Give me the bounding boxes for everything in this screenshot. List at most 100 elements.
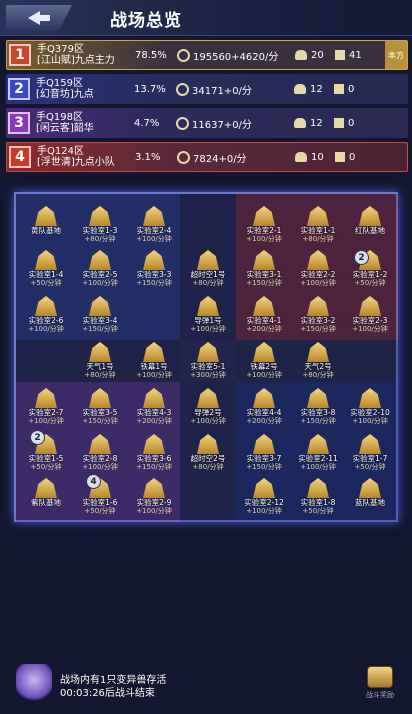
map-node[interactable]: 实验室3-6 +150/分钟 [130, 434, 178, 471]
map-node[interactable]: 实验室3-1 +150/分钟 [240, 250, 288, 287]
person-icon [295, 152, 307, 162]
map-node[interactable]: 导弹1号 +100/分钟 [184, 296, 232, 333]
map-node[interactable]: 天气2号 +80/分钟 [294, 342, 342, 379]
map-node[interactable]: 实验室1-7 +50/分钟 [346, 434, 394, 471]
building-icon [197, 388, 219, 408]
mutant-beast-icon[interactable] [16, 664, 52, 704]
map-node[interactable]: 实验室1-1 +80/分钟 [294, 206, 342, 243]
map-node[interactable]: 实验室2-5 +100/分钟 [76, 250, 124, 287]
building-icon [359, 206, 381, 226]
building-icon [89, 296, 111, 316]
map-node[interactable]: 实验室2-6 +100/分钟 [22, 296, 70, 333]
rank-badge: 4 [9, 146, 31, 168]
building-icon [307, 478, 329, 498]
map-node[interactable]: 实验室2-3 +100/分钟 [346, 296, 394, 333]
building-icon [89, 206, 111, 226]
shield-icon [176, 116, 189, 130]
map-node[interactable]: 实验室2-10 +100/分钟 [346, 388, 394, 425]
building-icon [143, 434, 165, 454]
map-node[interactable]: 实验室3-4 +150/分钟 [76, 296, 124, 333]
base-icon [335, 152, 345, 162]
map-node[interactable]: 实验室3-3 +150/分钟 [130, 250, 178, 287]
page-title: 战场总览 [110, 11, 182, 31]
battlefield-map[interactable]: 黄队基地 实验室1-3 +80/分钟 实验室2-4 +100/分钟 实验室2-1 +1… [14, 192, 398, 522]
map-node[interactable]: 实验室2-2 +100/分钟 [294, 250, 342, 287]
team-players: 20 [295, 50, 335, 61]
base-icon [335, 50, 345, 60]
team-score: 34171+0/分 [176, 82, 294, 97]
shield-icon [177, 48, 190, 62]
base-icon [334, 118, 344, 128]
map-node[interactable]: 实验室1-4 +50/分钟 [22, 250, 70, 287]
map-node[interactable]: 天气1号 +80/分钟 [76, 342, 124, 379]
team-name: 手Q159区 [幻音坊]九点 [36, 78, 94, 100]
rank-badge: 1 [9, 44, 31, 66]
building-icon [359, 478, 381, 498]
ranking-row[interactable]: 2 手Q159区 [幻音坊]九点 13.7% 34171+0/分 12 0 [6, 74, 408, 104]
map-node[interactable]: 黄队基地 [22, 206, 70, 235]
map-node[interactable]: 实验室2-1 +100/分钟 [240, 206, 288, 243]
map-node[interactable]: 实验室5-1 +300/分钟 [184, 342, 232, 379]
arrow-back-icon [28, 11, 50, 25]
map-node[interactable]: 实验室1-3 +80/分钟 [76, 206, 124, 243]
team-name: 手Q379区 [江山赋]九点主力 [37, 44, 115, 66]
building-icon [197, 250, 219, 270]
building-icon [359, 434, 381, 454]
map-node[interactable]: 实验室3-5 +150/分钟 [76, 388, 124, 425]
building-icon [143, 388, 165, 408]
map-node[interactable]: 蓝队基地 [346, 478, 394, 507]
team-players: 10 [295, 152, 335, 163]
map-node[interactable]: 实验室3-7 +150/分钟 [240, 434, 288, 471]
map-node[interactable]: 铁幕2号 +100/分钟 [240, 342, 288, 379]
team-score: 195560+4620/分 [177, 48, 295, 63]
map-node[interactable]: 实验室2-7 +100/分钟 [22, 388, 70, 425]
ranking-row[interactable]: 3 手Q198区 [闲云客]韶华 4.7% 11637+0/分 12 0 [6, 108, 408, 138]
map-node[interactable]: 实验室2-12 +100/分钟 [240, 478, 288, 515]
map-node[interactable]: 导弹2号 +100/分钟 [184, 388, 232, 425]
person-icon [294, 84, 306, 94]
map-node[interactable]: 铁幕1号 +100/分钟 [130, 342, 178, 379]
map-node[interactable]: 实验室2-11 +100/分钟 [294, 434, 342, 471]
shield-icon [176, 82, 189, 96]
battle-reward-button[interactable]: 战斗奖励 [360, 666, 400, 700]
map-node[interactable]: 超时空2号 +80/分钟 [184, 434, 232, 471]
map-node[interactable]: 实验室3-2 +150/分钟 [294, 296, 342, 333]
map-node[interactable]: 实验室2-8 +100/分钟 [76, 434, 124, 471]
team-score: 11637+0/分 [176, 116, 294, 131]
team-bases: 0 [334, 118, 354, 129]
building-icon [89, 434, 111, 454]
map-node[interactable]: 实验室4-4 +200/分钟 [240, 388, 288, 425]
team-percent: 13.7% [134, 83, 166, 95]
map-node[interactable]: 实验室1-8 +50/分钟 [294, 478, 342, 515]
building-icon [307, 388, 329, 408]
map-node[interactable]: 实验室1-5 +50/分钟 [22, 434, 70, 471]
building-icon [253, 206, 275, 226]
building-icon [253, 296, 275, 316]
team-bases: 0 [334, 84, 354, 95]
map-node[interactable]: 紫队基地 [22, 478, 70, 507]
ranking-row[interactable]: 4 手Q124区 [浮世清]九点小队 3.1% 7824+0/分 10 0 [6, 142, 408, 172]
back-button[interactable] [6, 5, 72, 31]
map-node[interactable]: 红队基地 [346, 206, 394, 235]
team-percent: 78.5% [135, 49, 167, 61]
building-icon [35, 296, 57, 316]
base-icon [334, 84, 344, 94]
team-bases: 41 [335, 50, 362, 61]
building-icon [89, 342, 111, 362]
ranking-row[interactable]: 1 手Q379区 [江山赋]九点主力 78.5% 195560+4620/分 20… [6, 40, 408, 70]
map-node[interactable]: 实验室3-8 +150/分钟 [294, 388, 342, 425]
building-icon [35, 250, 57, 270]
building-icon [89, 388, 111, 408]
building-icon [253, 434, 275, 454]
shield-icon [177, 150, 190, 164]
team-players: 12 [294, 84, 334, 95]
map-node[interactable]: 实验室4-3 +200/分钟 [130, 388, 178, 425]
building-icon [307, 206, 329, 226]
rank-badge: 3 [8, 112, 30, 134]
building-icon [35, 388, 57, 408]
map-node[interactable]: 实验室2-4 +100/分钟 [130, 206, 178, 243]
map-node[interactable]: 超时空1号 +80/分钟 [184, 250, 232, 287]
map-node[interactable]: 实验室4-1 +200/分钟 [240, 296, 288, 333]
person-icon [295, 50, 307, 60]
map-node[interactable]: 实验室2-9 +100/分钟 [130, 478, 178, 515]
